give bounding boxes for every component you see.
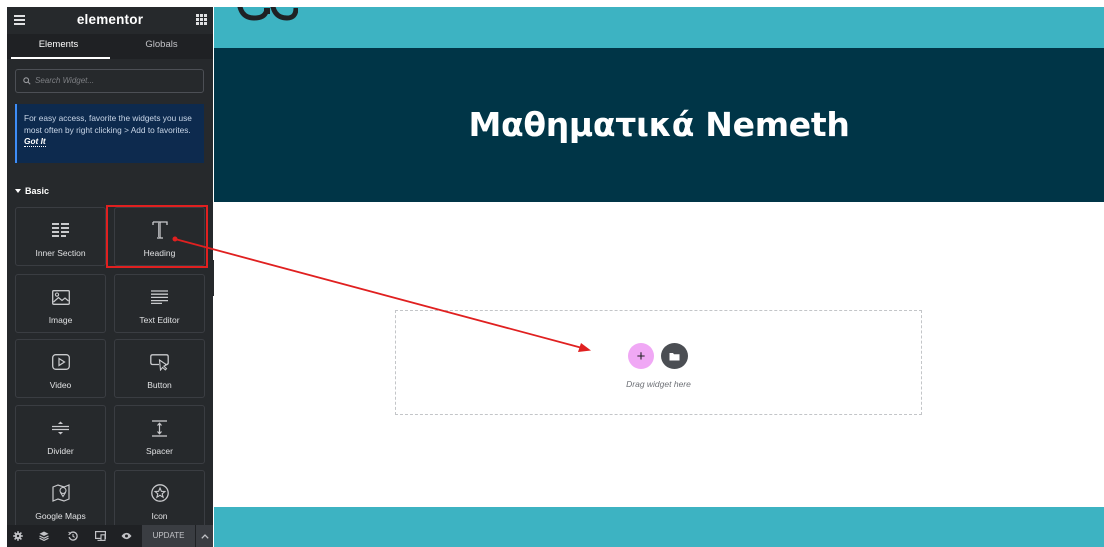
category-basic[interactable]: Basic	[15, 186, 49, 196]
inner-section-icon	[16, 221, 105, 239]
widget-label: Image	[48, 315, 73, 325]
update-options-chevron-up-icon[interactable]	[196, 525, 213, 547]
widget-label: Spacer	[146, 446, 173, 456]
update-button[interactable]: UPDATE	[142, 525, 195, 547]
panel-footer: UPDATE	[7, 525, 213, 547]
widget-button[interactable]: Button	[114, 339, 205, 398]
widget-label: Heading	[143, 248, 176, 258]
widget-label: Google Maps	[35, 511, 86, 521]
history-icon[interactable]	[67, 530, 79, 542]
widget-heading[interactable]: Heading	[114, 207, 205, 266]
add-section-plus-icon[interactable]: +	[628, 343, 654, 369]
widget-inner-section[interactable]: Inner Section	[15, 207, 106, 266]
page-title[interactable]: Μαθηματικά Nemeth	[214, 105, 1104, 144]
search-widget-input[interactable]: Search Widget...	[15, 69, 204, 93]
widgets-grid-icon[interactable]	[196, 14, 207, 25]
favorites-notice: For easy access, favorite the widgets yo…	[15, 104, 204, 163]
page-canvas: Μαθηματικά Nemeth + Drag widget here	[214, 7, 1104, 547]
settings-icon[interactable]	[12, 530, 24, 542]
widget-google-maps[interactable]: Google Maps	[15, 470, 106, 528]
text-editor-icon	[115, 288, 204, 306]
widget-label: Inner Section	[35, 248, 86, 258]
widget-label: Text Editor	[139, 315, 180, 325]
widget-label: Divider	[47, 446, 74, 456]
drop-zone-hint: Drag widget here	[626, 379, 691, 389]
top-section[interactable]	[214, 7, 1104, 48]
caret-down-icon	[15, 189, 21, 193]
hero-section[interactable]: Μαθηματικά Nemeth	[214, 48, 1104, 202]
template-library-folder-icon[interactable]	[661, 343, 688, 369]
google-maps-icon	[16, 484, 105, 502]
widget-spacer[interactable]: Spacer	[114, 405, 205, 464]
search-icon	[23, 77, 31, 85]
widget-video[interactable]: Video	[15, 339, 106, 398]
widget-divider[interactable]: Divider	[15, 405, 106, 464]
navigator-icon[interactable]	[38, 530, 50, 542]
divider-icon	[16, 419, 105, 437]
widget-label: Icon	[151, 511, 168, 521]
image-icon	[16, 288, 105, 306]
button-icon	[115, 353, 204, 371]
tab-elements[interactable]: Elements	[7, 34, 110, 59]
widget-label: Video	[49, 380, 72, 390]
spacer-icon	[115, 419, 204, 437]
drop-zone[interactable]: + Drag widget here	[395, 310, 922, 415]
widget-text-editor[interactable]: Text Editor	[114, 274, 205, 333]
heading-icon	[115, 221, 204, 239]
elementor-logo: elementor	[76, 12, 144, 27]
elementor-panel: elementor Elements Globals Search Widget…	[7, 7, 213, 547]
video-icon	[16, 353, 105, 371]
notice-text: For easy access, favorite the widgets yo…	[24, 113, 192, 135]
bottom-section[interactable]	[214, 507, 1104, 547]
preview-icon[interactable]	[120, 530, 132, 542]
widget-icon[interactable]: Icon	[114, 470, 205, 528]
got-it-link[interactable]: Got It	[24, 136, 46, 147]
editor-window: elementor Elements Globals Search Widget…	[0, 0, 1104, 547]
star-icon	[115, 484, 204, 502]
responsive-icon[interactable]	[94, 530, 106, 542]
panel-tabs: Elements Globals	[7, 34, 213, 59]
widget-label: Button	[147, 380, 172, 390]
category-label: Basic	[25, 186, 50, 196]
widget-image[interactable]: Image	[15, 274, 106, 333]
site-logo	[237, 7, 298, 21]
search-placeholder: Search Widget...	[35, 76, 95, 85]
panel-header: elementor	[7, 7, 213, 33]
tab-globals[interactable]: Globals	[110, 34, 213, 59]
